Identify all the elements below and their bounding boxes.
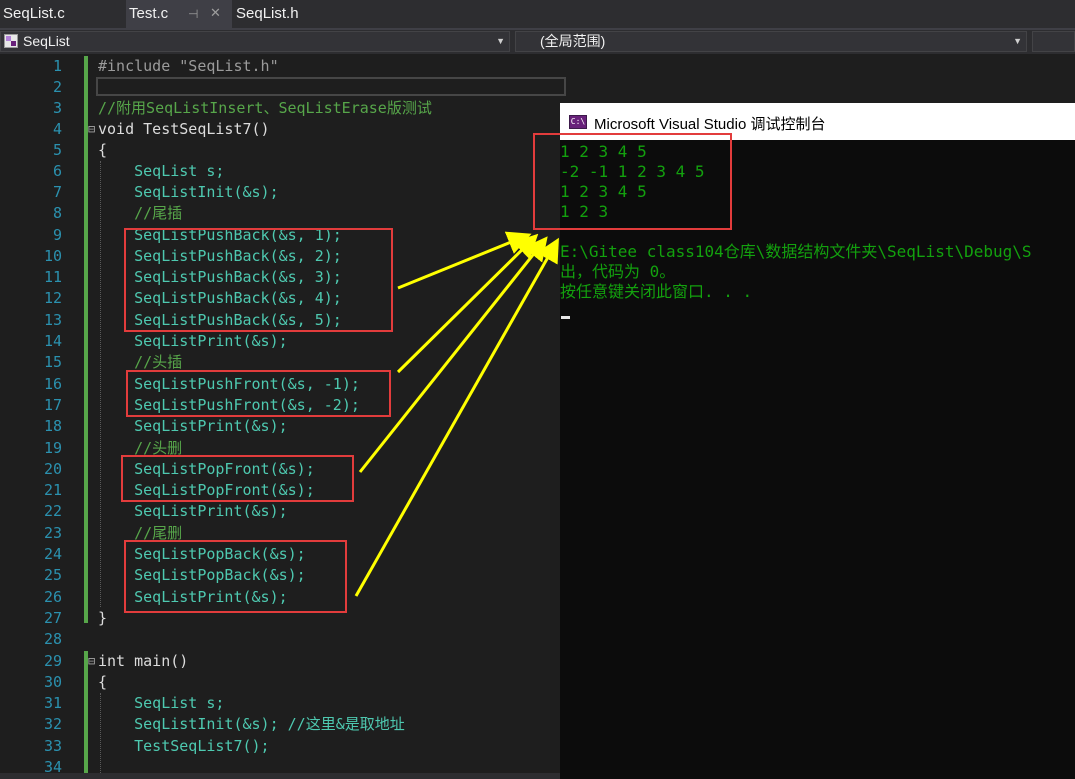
code-line: } xyxy=(98,609,108,627)
line-number: 4 xyxy=(52,120,62,138)
code-line: SeqListPrint(&s); xyxy=(98,417,288,435)
current-line-highlight xyxy=(96,77,566,96)
change-indicator xyxy=(84,56,88,623)
code-line: SeqListInit(&s); xyxy=(98,183,279,201)
line-number: 27 xyxy=(43,609,62,627)
line-number: 22 xyxy=(43,502,62,520)
collapse-icon[interactable]: ⊟ xyxy=(88,651,95,672)
function-dropdown[interactable] xyxy=(1032,31,1075,52)
annotation-box-popback xyxy=(124,540,347,613)
line-number: 32 xyxy=(43,715,62,733)
line-number: 14 xyxy=(43,332,62,350)
line-number: 5 xyxy=(52,141,62,159)
line-number: 12 xyxy=(43,289,62,307)
console-title: Microsoft Visual Studio 调试控制台 xyxy=(594,116,826,133)
line-number: 30 xyxy=(43,673,62,691)
line-number: 3 xyxy=(52,99,62,117)
navigation-bar: SeqList ▼ (全局范围) ▼ xyxy=(0,30,1075,54)
debug-console-window[interactable]: C:\ Microsoft Visual Studio 调试控制台 1 2 3 … xyxy=(533,103,1075,779)
collapse-icon[interactable]: ⊟ xyxy=(88,119,95,140)
code-line: SeqList s; xyxy=(98,694,225,712)
code-line: int main() xyxy=(98,652,189,670)
line-number: 28 xyxy=(43,630,62,648)
editor-bottom-strip xyxy=(0,773,560,779)
line-number: 29 xyxy=(43,652,62,670)
console-message-line: E:\Gitee class104仓库\数据结构文件夹\SeqList\Debu… xyxy=(560,242,1032,261)
console-message-line: 按任意键关闭此窗口. . . xyxy=(560,282,753,301)
project-scope-value: SeqList xyxy=(23,33,70,49)
project-scope-dropdown[interactable]: SeqList ▼ xyxy=(0,31,510,52)
line-number: 21 xyxy=(43,481,62,499)
line-number: 23 xyxy=(43,524,62,542)
pin-icon[interactable]: ⊣ xyxy=(188,0,198,28)
line-number: 26 xyxy=(43,588,62,606)
annotation-box-pushfront xyxy=(126,370,391,417)
code-line: { xyxy=(98,673,108,691)
annotation-box-output xyxy=(533,133,732,230)
project-icon xyxy=(4,34,18,48)
member-scope-dropdown[interactable]: (全局范围) ▼ xyxy=(515,31,1027,52)
line-number: 33 xyxy=(43,737,62,755)
line-number: 16 xyxy=(43,375,62,393)
line-number: 13 xyxy=(43,311,62,329)
code-line: { xyxy=(98,141,108,159)
code-line: SeqListPrint(&s); xyxy=(98,332,288,350)
tab-label: Test.c xyxy=(129,5,169,22)
line-number: 18 xyxy=(43,417,62,435)
line-number: 15 xyxy=(43,353,62,371)
visual-studio-console-icon: C:\ xyxy=(569,115,587,129)
code-line-comment: //尾插 xyxy=(98,204,183,222)
tab-label: SeqList.h xyxy=(236,5,299,22)
code-line: SeqList s; xyxy=(98,162,225,180)
line-number: 6 xyxy=(52,162,62,180)
tab-label: SeqList.c xyxy=(3,5,65,22)
tab-seqlist-c[interactable]: SeqList.c xyxy=(0,0,124,28)
annotation-box-popfront xyxy=(121,455,354,502)
line-number: 25 xyxy=(43,566,62,584)
close-icon[interactable]: ✕ xyxy=(210,0,221,28)
tab-test-c[interactable]: Test.c ⊣ ✕ xyxy=(126,0,232,28)
line-number: 20 xyxy=(43,460,62,478)
line-number: 10 xyxy=(43,247,62,265)
line-number: 9 xyxy=(52,226,62,244)
line-number: 19 xyxy=(43,439,62,457)
code-line: #include "SeqList.h" xyxy=(98,57,279,75)
chevron-down-icon: ▼ xyxy=(496,36,505,46)
line-number: 8 xyxy=(52,204,62,222)
line-number: 31 xyxy=(43,694,62,712)
console-message-line: 出，代码为 0。 xyxy=(560,262,676,281)
line-number: 2 xyxy=(52,78,62,96)
code-line: void TestSeqList7() xyxy=(98,120,270,138)
line-number: 1 xyxy=(52,57,62,75)
line-number: 17 xyxy=(43,396,62,414)
code-line: SeqListPrint(&s); xyxy=(98,502,288,520)
code-line: SeqListInit(&s); //这里&是取地址 xyxy=(98,715,405,733)
code-line: TestSeqList7(); xyxy=(98,737,270,755)
tab-seqlist-h[interactable]: SeqList.h xyxy=(233,0,353,28)
chevron-down-icon: ▼ xyxy=(1013,36,1022,46)
console-cursor xyxy=(561,316,570,319)
line-number: 11 xyxy=(43,268,62,286)
document-tab-bar: SeqList.c Test.c ⊣ ✕ SeqList.h xyxy=(0,0,1075,28)
annotation-box-pushback xyxy=(124,228,393,332)
line-number: 7 xyxy=(52,183,62,201)
line-number: 24 xyxy=(43,545,62,563)
code-line-comment: //附用SeqListInsert、SeqListErase版测试 xyxy=(98,99,432,117)
member-scope-value: (全局范围) xyxy=(540,33,606,49)
